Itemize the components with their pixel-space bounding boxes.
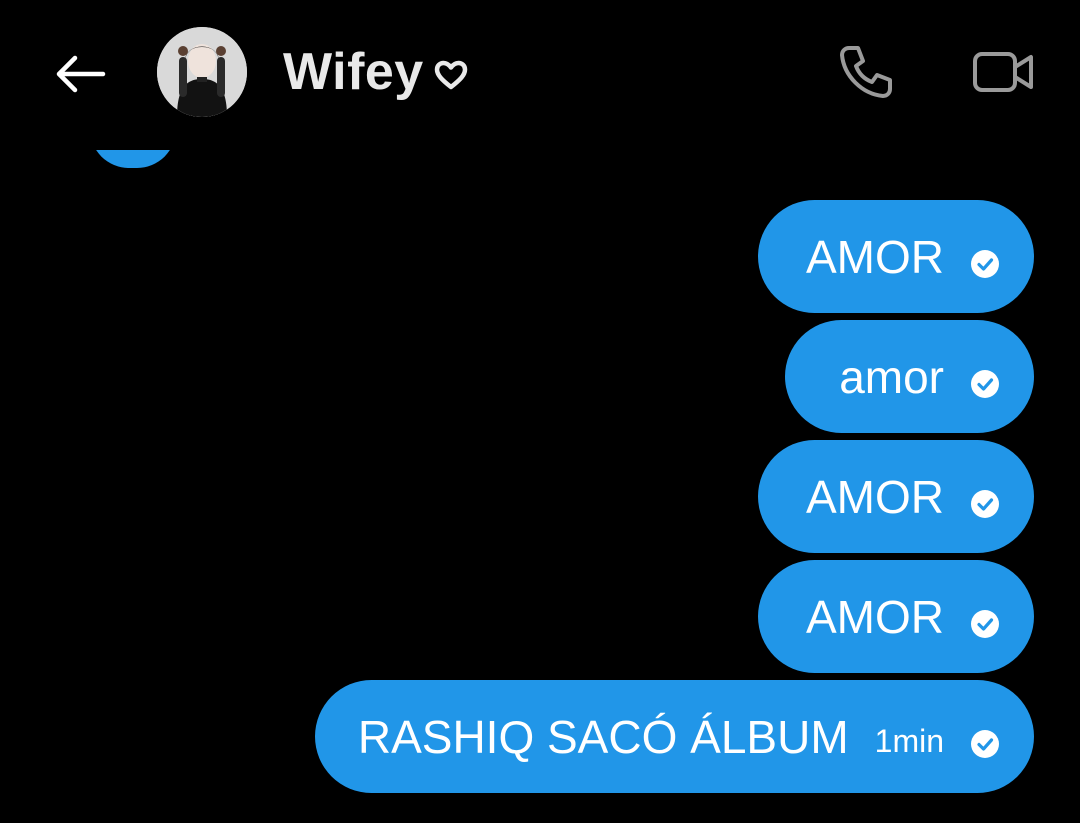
check-circle-icon — [970, 609, 1000, 639]
video-call-button[interactable] — [968, 44, 1038, 100]
check-circle-icon — [970, 489, 1000, 519]
chat-header: Wifey — [0, 0, 1080, 150]
message-bubble[interactable]: AMOR — [758, 200, 1034, 313]
message-text: RASHIQ SACÓ ÁLBUM — [357, 710, 849, 763]
avatar[interactable] — [157, 27, 247, 117]
video-camera-icon — [973, 52, 1033, 92]
previous-message-bubble[interactable] — [90, 150, 176, 170]
contact-name[interactable]: Wifey — [283, 42, 468, 102]
message-bubble[interactable]: AMOR — [758, 440, 1034, 553]
message-timestamp: 1min — [874, 723, 944, 759]
check-circle-icon — [970, 369, 1000, 399]
message-bubble[interactable]: RASHIQ SACÓ ÁLBUM 1min — [315, 680, 1034, 793]
message-bubble[interactable]: amor — [785, 320, 1034, 433]
message-bubble[interactable]: AMOR — [758, 560, 1034, 673]
message-text: amor — [839, 350, 944, 403]
message-text: AMOR — [806, 470, 944, 523]
voice-call-button[interactable] — [832, 40, 900, 104]
back-button[interactable] — [50, 46, 110, 102]
check-circle-icon — [970, 729, 1000, 759]
contact-name-label: Wifey — [283, 43, 424, 101]
heart-outline-icon — [434, 60, 468, 90]
message-text: AMOR — [806, 590, 944, 643]
chat-screen: Wifey AMOR amor AMOR AMOR RASHIQ SACÓ ÁL… — [0, 0, 1080, 823]
phone-icon — [840, 46, 892, 98]
message-text: AMOR — [806, 230, 944, 283]
arrow-left-icon — [56, 55, 106, 93]
check-circle-icon — [970, 249, 1000, 279]
avatar-image — [157, 27, 247, 117]
